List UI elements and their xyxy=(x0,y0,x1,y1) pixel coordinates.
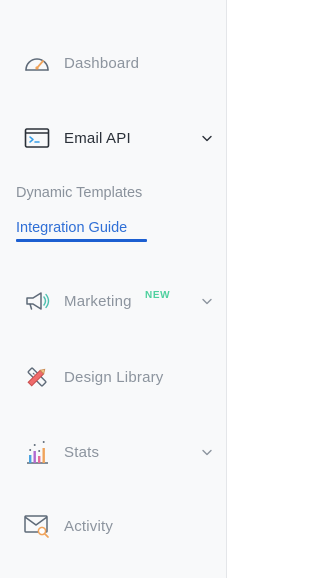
active-link-underline xyxy=(16,239,147,242)
sidebar-item-activity[interactable]: Activity xyxy=(0,506,226,546)
sidebar-nav: Dashboard Email API Dynamic Templates In… xyxy=(0,0,227,578)
gauge-icon xyxy=(23,49,51,77)
envelope-search-icon xyxy=(23,512,51,540)
sidebar-item-design-library[interactable]: Design Library xyxy=(0,357,226,397)
bar-chart-icon xyxy=(23,438,51,466)
sidebar-item-label: Design Library xyxy=(64,368,164,386)
sidebar-item-label: Activity xyxy=(64,517,114,535)
megaphone-icon xyxy=(23,287,51,315)
chevron-down-icon[interactable] xyxy=(200,131,214,145)
chevron-down-icon[interactable] xyxy=(200,445,214,459)
sidebar-item-label: Dashboard xyxy=(64,54,140,72)
sidebar-item-label: Email API xyxy=(64,129,131,147)
sidebar-item-label: Marketing xyxy=(64,292,132,310)
terminal-window-icon xyxy=(23,124,51,152)
sidebar-item-label: Stats xyxy=(64,443,100,461)
pencil-ruler-icon xyxy=(23,363,51,391)
sidebar-item-marketing[interactable]: Marketing NEW xyxy=(0,281,226,321)
subnav-item-dynamic-templates[interactable]: Dynamic Templates xyxy=(16,185,142,201)
sidebar-item-dashboard[interactable]: Dashboard xyxy=(0,43,226,83)
new-badge: NEW xyxy=(145,290,171,301)
sidebar-item-email-api[interactable]: Email API xyxy=(0,118,226,158)
sidebar-item-stats[interactable]: Stats xyxy=(0,432,226,472)
subnav-item-integration-guide[interactable]: Integration Guide xyxy=(16,220,127,236)
chevron-down-icon[interactable] xyxy=(200,294,214,308)
